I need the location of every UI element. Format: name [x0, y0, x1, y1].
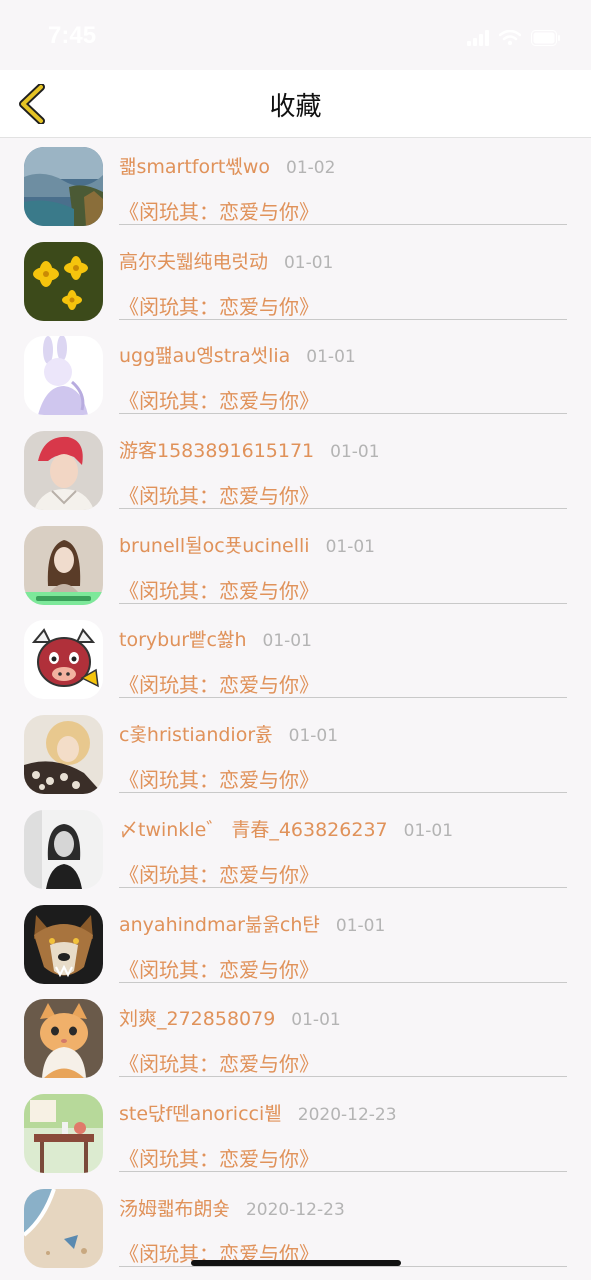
divider [119, 981, 567, 983]
avatar[interactable] [24, 620, 103, 700]
list-item[interactable]: torybur빹c쐃h 01-01 《闵玧其：恋爱与你》 [0, 611, 591, 706]
item-date: 01-02 [286, 158, 336, 178]
item-date: 01-01 [291, 1010, 341, 1031]
item-date: 01-01 [330, 442, 380, 463]
item-date: 01-01 [288, 726, 339, 747]
item-header: c홏hristiandior흀 01-01 [119, 720, 567, 747]
home-indicator [191, 1260, 401, 1266]
page-title: 收藏 [269, 92, 322, 122]
item-date: 01-01 [262, 631, 312, 652]
username: 汤姆쾗布朗숓 [119, 1197, 230, 1220]
item-header: 高尔夫뛟纯电럿动 01-01 [119, 247, 567, 274]
item-date: 01-01 [283, 252, 334, 273]
item-header: ste댟f뗀anoricci뷑 2020-12-23 [119, 1099, 567, 1126]
username: 쾗smartfort쎿wo [119, 156, 271, 178]
item-date: 2020-12-23 [297, 1104, 397, 1125]
list-item[interactable]: ste댟f뗀anoricci뷑 2020-12-23 《闵玧其：恋爱与你》 [0, 1085, 591, 1180]
avatar[interactable] [24, 999, 103, 1079]
favorites-list: 쾗smartfort쎿wo 01-02 《闵玧其：恋爱与你》 高尔夫뛟纯电럿动 … [0, 138, 591, 1274]
item-title[interactable]: 《闵玧其：恋爱与你》 [119, 480, 319, 509]
item-header: torybur빹c쐃h 01-01 [119, 625, 567, 652]
avatar[interactable] [24, 525, 103, 605]
item-date: 01-01 [403, 820, 454, 841]
item-date: 01-01 [306, 347, 356, 368]
username: 高尔夫뛟纯电럿动 [119, 250, 268, 273]
avatar[interactable] [24, 809, 103, 889]
divider [119, 413, 567, 415]
nav-bar: 收藏 [0, 70, 591, 138]
username: ugg퍮au옝stra썻lia [119, 345, 291, 368]
username: 〆twinkle゛ 青春_463826237 [119, 818, 388, 841]
avatar[interactable] [24, 1188, 103, 1268]
item-header: ugg퍮au옝stra썻lia 01-01 [119, 341, 567, 368]
item-title[interactable]: 《闵玧其：恋爱与你》 [119, 291, 319, 320]
list-item[interactable]: 〆twinkle゛ 青春_463826237 01-01 《闵玧其：恋爱与你》 [0, 801, 591, 896]
item-header: 쾗smartfort쎿wo 01-02 [119, 152, 567, 179]
status-bar: 7:45 [0, 0, 591, 70]
divider [119, 697, 567, 699]
divider [119, 224, 567, 225]
battery-icon [531, 30, 560, 46]
list-item[interactable]: c홏hristiandior흀 01-01 《闵玧其：恋爱与你》 [0, 706, 591, 801]
item-date: 01-01 [325, 536, 375, 557]
divider [119, 1076, 567, 1078]
divider [119, 792, 567, 794]
username: ste댟f뗀anoricci뷑 [119, 1102, 282, 1125]
username: c홏hristiandior흀 [119, 724, 273, 747]
list-item[interactable]: anyahindmar붊욹ch탼 01-01 《闵玧其：恋爱与你》 [0, 896, 591, 991]
item-header: 刘爽_272858079 01-01 [119, 1004, 567, 1031]
avatar[interactable] [24, 431, 103, 511]
item-title[interactable]: 《闵玧其：恋爱与你》 [119, 385, 319, 414]
item-header: 汤姆쾗布朗숓 2020-12-23 [119, 1194, 567, 1221]
signal-icon [467, 30, 489, 46]
item-header: anyahindmar붊욹ch탼 01-01 [119, 910, 567, 937]
status-icons [467, 28, 561, 46]
list-item[interactable]: brunell뒬oc푯ucinelli 01-01 《闵玧其：恋爱与你》 [0, 517, 591, 612]
item-header: 〆twinkle゛ 青春_463826237 01-01 [119, 815, 567, 842]
item-date: 01-01 [335, 915, 386, 936]
item-title[interactable]: 《闵玧其：恋爱与你》 [119, 1143, 319, 1172]
avatar[interactable] [24, 715, 103, 795]
avatar[interactable] [24, 336, 103, 416]
username: brunell뒬oc푯ucinelli [119, 534, 310, 557]
avatar[interactable] [24, 904, 103, 984]
username: anyahindmar붊욹ch탼 [119, 913, 320, 936]
divider [119, 602, 567, 604]
wifi-icon [499, 30, 521, 46]
list-item[interactable]: ugg퍮au옝stra썻lia 01-01 《闵玧其：恋爱与你》 [0, 327, 591, 422]
list-item[interactable]: 高尔夫뛟纯电럿动 01-01 《闵玧其：恋爱与你》 [0, 233, 591, 328]
divider [119, 318, 567, 320]
divider [119, 1170, 567, 1172]
divider [119, 508, 567, 510]
list-item[interactable]: 刘爽_272858079 01-01 《闵玧其：恋爱与你》 [0, 990, 591, 1085]
username: 刘爽_272858079 [119, 1008, 276, 1031]
divider [119, 886, 567, 888]
status-time: 7:45 [48, 22, 97, 49]
item-title[interactable]: 《闵玧其：恋爱与你》 [119, 859, 319, 888]
item-title[interactable]: 《闵玧其：恋爱与你》 [119, 196, 319, 225]
item-title[interactable]: 《闵玧其：恋爱与你》 [119, 954, 319, 983]
username: 游客1583891615171 [119, 440, 315, 463]
list-item[interactable]: 쾗smartfort쎿wo 01-02 《闵玧其：恋爱与你》 [0, 138, 591, 233]
avatar[interactable] [24, 1093, 103, 1173]
item-title[interactable]: 《闵玧其：恋爱与你》 [119, 764, 319, 793]
item-title[interactable]: 《闵玧其：恋爱与你》 [119, 575, 319, 604]
item-header: 游客1583891615171 01-01 [119, 436, 567, 463]
list-item[interactable]: 游客1583891615171 01-01 《闵玧其：恋爱与你》 [0, 422, 591, 517]
username: torybur빹c쐃h [119, 629, 247, 652]
item-title[interactable]: 《闵玧其：恋爱与你》 [119, 1048, 319, 1077]
avatar[interactable] [24, 147, 103, 226]
item-title[interactable]: 《闵玧其：恋爱与你》 [119, 669, 319, 698]
item-header: brunell뒬oc푯ucinelli 01-01 [119, 531, 567, 558]
avatar[interactable] [24, 241, 103, 321]
item-date: 2020-12-23 [245, 1199, 345, 1220]
